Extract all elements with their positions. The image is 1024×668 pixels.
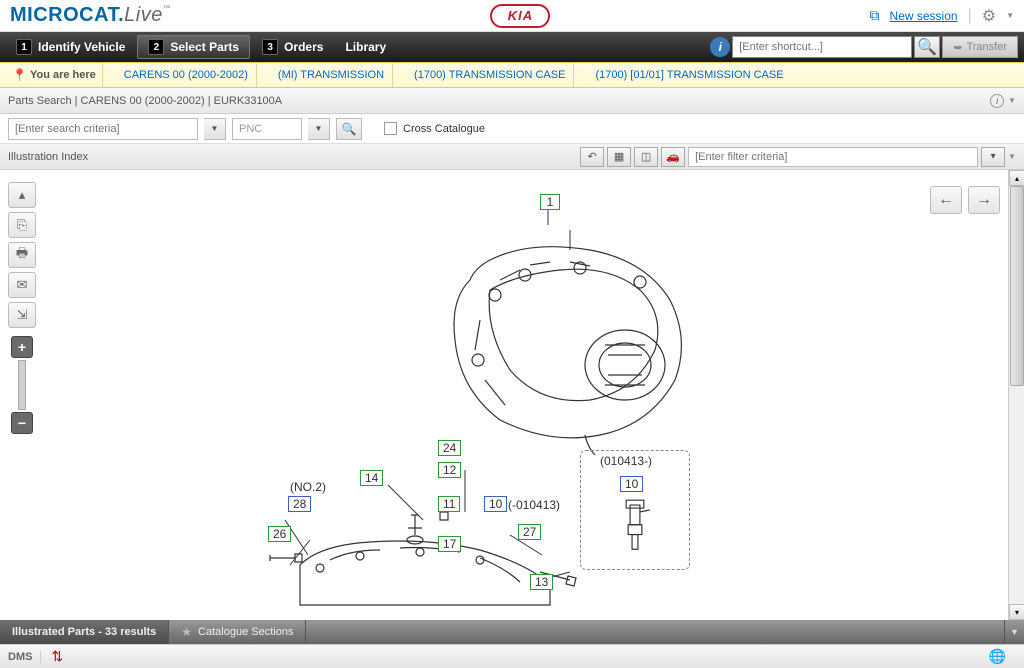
- info-dropdown-icon[interactable]: ▼: [1008, 96, 1016, 105]
- zoom-slider[interactable]: [18, 360, 26, 410]
- parts-search-label: Parts Search | CARENS 00 (2000-2002) | E…: [8, 95, 282, 107]
- app-header: MICROCAT.Live™ KIA ⧉ New session | ⚙ ▼: [0, 0, 1024, 32]
- vehicle-view-button[interactable]: 🚗: [661, 147, 685, 167]
- globe-icon[interactable]: 🌐: [979, 648, 1016, 665]
- annotation-010413a: (-010413): [508, 498, 560, 512]
- gearbox-svg: [430, 220, 710, 460]
- scroll-down-button[interactable]: ▾: [1009, 604, 1024, 620]
- bottom-tabs: Illustrated Parts - 33 results ★Catalogu…: [0, 620, 1024, 644]
- cross-catalogue-label: Cross Catalogue: [403, 123, 485, 135]
- status-bar: DMS ⇅ 🌐: [0, 644, 1024, 668]
- print-button[interactable]: 🖶: [8, 242, 36, 268]
- lower-assembly-svg: [260, 510, 600, 610]
- search-button[interactable]: 🔍: [336, 118, 362, 140]
- gear-icon[interactable]: ⚙: [982, 6, 996, 26]
- annotation-no2: (NO.2): [290, 480, 326, 494]
- callout-27[interactable]: 27: [518, 524, 541, 540]
- parts-diagram[interactable]: 1 24 12 14 11 10 17 28 26 27 13 10 (NO.2…: [60, 180, 994, 610]
- toolbar-dropdown-icon[interactable]: ▼: [1008, 152, 1016, 161]
- callout-11[interactable]: 11: [438, 496, 460, 512]
- parts-search-header: Parts Search | CARENS 00 (2000-2002) | E…: [0, 88, 1024, 114]
- callout-10a[interactable]: 10: [484, 496, 507, 512]
- illustration-toolbar: Illustration Index ↶ ▦ ◫ 🚗 ▾ ▼: [0, 144, 1024, 170]
- annotation-010413b: (010413-): [600, 454, 652, 468]
- tab-illustrated-parts[interactable]: Illustrated Parts - 33 results: [0, 620, 169, 644]
- breadcrumb-item-group[interactable]: (MI) TRANSMISSION: [270, 69, 392, 81]
- zoom-in-button[interactable]: +: [11, 336, 33, 358]
- main-nav: 1Identify Vehicle 2Select Parts 3Orders …: [0, 32, 1024, 62]
- pin-icon: 📍: [12, 68, 27, 82]
- illustration-index-label: Illustration Index: [8, 151, 88, 163]
- grid-view-button[interactable]: ▦: [607, 147, 631, 167]
- scroll-thumb[interactable]: [1010, 186, 1024, 386]
- nav-identify-vehicle[interactable]: 1Identify Vehicle: [6, 36, 135, 58]
- callout-12[interactable]: 12: [438, 462, 461, 478]
- app-logo: MICROCAT.Live™: [10, 4, 171, 27]
- transfer-icon: ➥: [953, 41, 962, 54]
- callout-1[interactable]: 1: [540, 194, 560, 210]
- shortcut-search-button[interactable]: 🔍: [914, 36, 940, 58]
- star-icon: ★: [181, 625, 192, 639]
- pnc-dropdown-icon[interactable]: ▼: [308, 118, 330, 140]
- pnc-input[interactable]: [232, 118, 302, 140]
- tab-catalogue-sections[interactable]: ★Catalogue Sections: [169, 620, 306, 644]
- split-view-button[interactable]: ◫: [634, 147, 658, 167]
- callout-28[interactable]: 28: [288, 496, 311, 512]
- callout-26[interactable]: 26: [268, 526, 291, 542]
- undo-button[interactable]: ↶: [580, 147, 604, 167]
- callout-17[interactable]: 17: [438, 536, 461, 552]
- breadcrumb: 📍You are here CARENS 00 (2000-2002) (MI)…: [0, 62, 1024, 88]
- criteria-dropdown-icon[interactable]: ▼: [204, 118, 226, 140]
- callout-24[interactable]: 24: [438, 440, 461, 456]
- export-button[interactable]: ⇲: [8, 302, 36, 328]
- new-session-icon: ⧉: [870, 7, 880, 24]
- breadcrumb-item-page[interactable]: (1700) [01/01] TRANSMISSION CASE: [587, 69, 791, 81]
- copy-button[interactable]: ⎘: [8, 212, 36, 238]
- shortcut-input[interactable]: [732, 36, 912, 58]
- transfer-button[interactable]: ➥Transfer: [942, 36, 1018, 58]
- sensor-svg: [581, 451, 689, 569]
- new-session-link[interactable]: New session: [890, 9, 958, 23]
- nav-orders[interactable]: 3Orders: [252, 36, 333, 58]
- vertical-scrollbar[interactable]: ▴ ▾: [1008, 170, 1024, 620]
- nav-library[interactable]: Library: [335, 37, 396, 57]
- email-button[interactable]: ✉: [8, 272, 36, 298]
- brand-logo: KIA: [490, 4, 550, 28]
- breadcrumb-here: 📍You are here: [6, 68, 102, 82]
- callout-14[interactable]: 14: [360, 470, 383, 486]
- dms-label: DMS: [8, 651, 41, 663]
- info-small-icon[interactable]: i: [990, 94, 1004, 108]
- tabs-dropdown-icon[interactable]: ▼: [1004, 620, 1024, 644]
- search-criteria-input[interactable]: [8, 118, 198, 140]
- callout-13[interactable]: 13: [530, 574, 553, 590]
- nav-select-parts[interactable]: 2Select Parts: [137, 35, 250, 59]
- illustration-viewport: ▴ ⎘ 🖶 ✉ ⇲ + − ← →: [0, 170, 1024, 620]
- filter-criteria-input[interactable]: [688, 147, 978, 167]
- side-toolbar: ▴ ⎘ 🖶 ✉ ⇲ + −: [8, 182, 36, 434]
- zoom-control: + −: [8, 336, 36, 434]
- collapse-up-button[interactable]: ▴: [8, 182, 36, 208]
- funnel-button[interactable]: ▾: [981, 147, 1005, 167]
- gear-dropdown-icon[interactable]: ▼: [1006, 11, 1014, 20]
- callout-10b[interactable]: 10: [620, 476, 643, 492]
- zoom-out-button[interactable]: −: [11, 412, 33, 434]
- cross-catalogue-checkbox[interactable]: [384, 122, 397, 135]
- breadcrumb-item-vehicle[interactable]: CARENS 00 (2000-2002): [116, 69, 256, 81]
- variant-box: [580, 450, 690, 570]
- info-icon[interactable]: i: [710, 37, 730, 57]
- dms-plug-icon[interactable]: ⇅: [41, 648, 73, 665]
- scroll-up-button[interactable]: ▴: [1009, 170, 1024, 186]
- breadcrumb-item-section[interactable]: (1700) TRANSMISSION CASE: [406, 69, 573, 81]
- filter-row: ▼ ▼ 🔍 Cross Catalogue: [0, 114, 1024, 144]
